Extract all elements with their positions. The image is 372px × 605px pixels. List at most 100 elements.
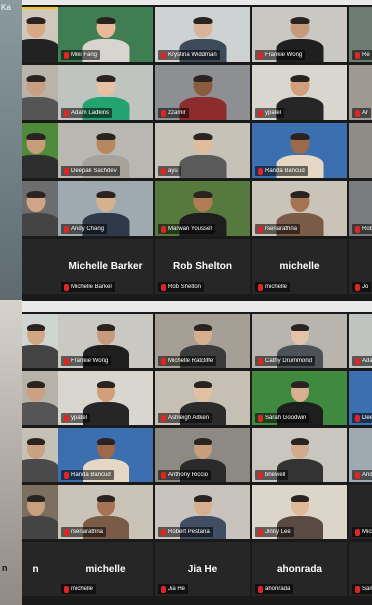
participant-name: Sam <box>362 586 372 592</box>
participant-name-tag: Michelle Barker <box>61 282 116 292</box>
participant-tile[interactable]: Rob Shelton Rob Shelton <box>155 239 250 294</box>
mic-muted-icon <box>355 283 360 291</box>
participant-display-name: michelle <box>85 563 126 575</box>
participant-tile[interactable]: Krystina Widdman <box>155 7 250 62</box>
participant-tile[interactable]: zzamir <box>155 65 250 120</box>
participant-tile[interactable]: Andy Chang <box>58 181 153 236</box>
mic-muted-icon <box>64 414 69 422</box>
participant-name: ahonrada <box>265 586 291 592</box>
participant-tile[interactable]: Miki Fang <box>58 7 153 62</box>
participant-tile[interactable]: michelle michelle <box>58 542 153 596</box>
participant-tile[interactable]: bnewell <box>252 428 347 482</box>
participant-name-tag: Krystina Widdman <box>158 50 220 60</box>
participant-name-tag: Michelle <box>352 527 372 537</box>
participant-tile[interactable]: ypatel <box>58 371 153 425</box>
participant-tile[interactable]: ahonrada ahonrada <box>252 542 347 596</box>
mic-muted-icon <box>161 357 166 365</box>
mic-muted-icon <box>355 471 360 479</box>
participant-tile[interactable]: michelle michelle <box>252 239 347 294</box>
participant-tile[interactable]: Sarah Goodwin <box>252 371 347 425</box>
participant-name: Ar <box>362 110 368 116</box>
participant-name: Robert <box>362 226 372 232</box>
participant-name: bnewell <box>265 472 286 478</box>
participant-tile[interactable]: ypatel <box>252 65 347 120</box>
participant-name-tag: Frankie Wong <box>255 50 306 60</box>
participant-tile[interactable]: Jo <box>349 239 372 294</box>
mic-muted-icon <box>355 225 360 233</box>
participant-tile[interactable]: rsenarathna <box>252 181 347 236</box>
participant-tile[interactable]: Randa Bancud <box>252 123 347 178</box>
participant-name: rsenarathna <box>265 226 298 232</box>
participant-tile[interactable]: Michelle Ratcliffe <box>155 314 250 368</box>
participant-tile[interactable]: Andy Ch <box>349 428 372 482</box>
participant-tile[interactable]: Ashleigh Aitken <box>155 371 250 425</box>
participant-name-tag: Jia He <box>158 584 189 594</box>
mic-muted-icon <box>258 283 263 291</box>
participant-tile[interactable]: ayu <box>155 123 250 178</box>
participant-name: michelle <box>265 284 288 290</box>
mic-muted-icon <box>258 528 263 536</box>
mic-muted-icon <box>258 585 263 593</box>
participant-tile[interactable]: Re <box>349 7 372 62</box>
participant-video <box>22 485 61 539</box>
participant-tile[interactable]: Anthony Riccio <box>155 428 250 482</box>
mic-muted-icon <box>161 414 166 422</box>
participant-tile[interactable]: Adam Lad <box>349 314 372 368</box>
participant-name: Robert Pestana <box>168 529 210 535</box>
participant-tile[interactable]: Deepak <box>349 371 372 425</box>
participant-name: Michelle <box>362 529 372 535</box>
mic-muted-icon <box>161 585 166 593</box>
participant-tile[interactable]: Ar <box>349 65 372 120</box>
participant-display-name: ahonrada <box>276 563 322 575</box>
participant-name-tag: Sarah Goodwin <box>255 413 310 423</box>
mic-muted-icon <box>258 471 263 479</box>
mic-muted-icon <box>355 51 360 59</box>
participant-tile[interactable]: Frankie Wong <box>252 7 347 62</box>
participant-video <box>22 181 61 236</box>
participant-tile[interactable]: Robert <box>349 181 372 236</box>
participant-name: ypatel <box>71 415 88 421</box>
participant-name: Jia He <box>168 586 186 592</box>
participant-name-tag: Marwan Youssef <box>158 224 216 234</box>
mic-muted-icon <box>355 528 360 536</box>
participant-tile[interactable]: Frankie Wong <box>58 314 153 368</box>
participant-name: Andy Chang <box>71 226 105 232</box>
participant-tile[interactable]: Deepak Sachdev <box>58 123 153 178</box>
participant-tile[interactable]: Adam Ladkins <box>58 65 153 120</box>
mic-muted-icon <box>355 414 360 422</box>
participant-name: ypatel <box>265 110 282 116</box>
gallery-view-top: Miki Fang Krystina Widdman Frankie Wong Re A… <box>22 5 372 301</box>
participant-name-tag: Cathy Drummond <box>255 356 316 366</box>
participant-name-tag: Adam Ladkins <box>61 108 113 118</box>
participant-name: Michelle Barker <box>71 284 113 290</box>
participant-tile[interactable]: Jia He Jia He <box>155 542 250 596</box>
participant-name-tag: rsenarathna <box>255 224 301 234</box>
participant-tile[interactable]: rsenarathna <box>58 485 153 539</box>
participant-name: Jinny Lee <box>265 529 291 535</box>
participant-tile[interactable] <box>349 123 372 178</box>
participant-tile[interactable]: Robert Pestana <box>155 485 250 539</box>
mic-muted-icon <box>64 225 69 233</box>
strip-text-bottom: n <box>2 563 8 573</box>
participant-name-tag: Miki Fang <box>61 50 101 60</box>
participant-name-tag: Robert <box>352 224 372 234</box>
participant-tile[interactable]: Jinny Lee <box>252 485 347 539</box>
participant-tile[interactable]: Randa Bancud <box>58 428 153 482</box>
participant-name-tag: bnewell <box>255 470 289 480</box>
participant-tile[interactable]: Sam <box>349 542 372 596</box>
participant-tile[interactable]: Michelle Barker Michelle Barker <box>58 239 153 294</box>
participant-name: Randa Bancud <box>265 168 305 174</box>
participant-name-tag: ypatel <box>255 108 285 118</box>
mic-muted-icon <box>64 283 69 291</box>
participant-tile[interactable]: Miche Michelle <box>349 485 372 539</box>
participant-name: Frankie Wong <box>71 358 109 364</box>
participant-name: Adam Lad <box>362 358 372 364</box>
participant-name-tag: Andy Ch <box>352 470 372 480</box>
mic-muted-icon <box>161 225 166 233</box>
participant-tile[interactable]: Marwan Youssef <box>155 181 250 236</box>
mic-muted-icon <box>161 109 166 117</box>
participant-name-tag: Frankie Wong <box>61 356 112 366</box>
participant-tile[interactable]: Cathy Drummond <box>252 314 347 368</box>
mic-muted-icon <box>258 167 263 175</box>
participant-name: Frankie Wong <box>265 52 303 58</box>
